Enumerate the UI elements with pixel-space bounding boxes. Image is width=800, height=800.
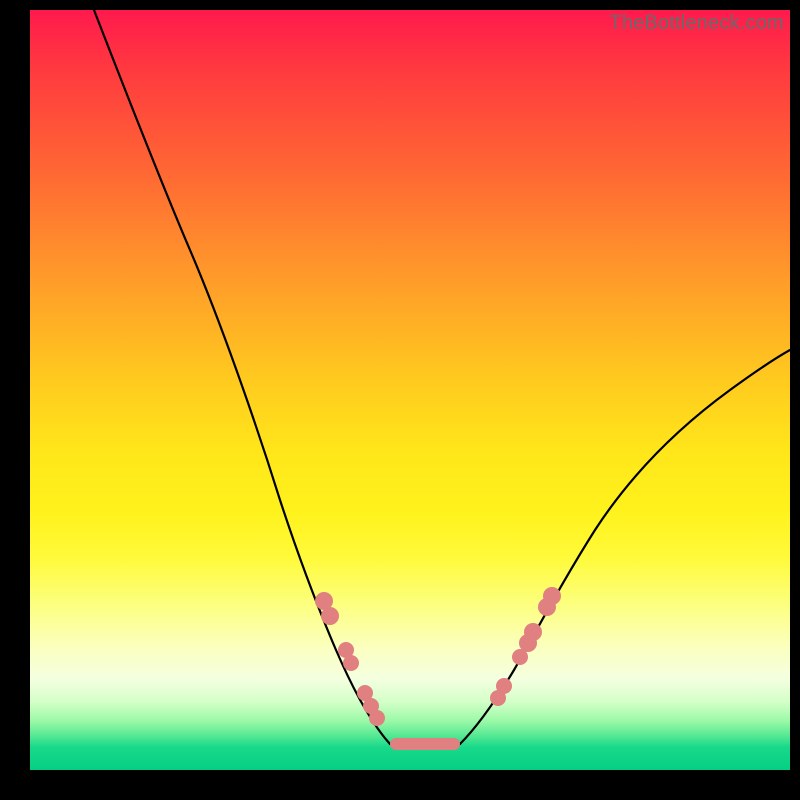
bead-left-7	[369, 710, 385, 726]
left-curve	[94, 10, 390, 744]
plot-area: TheBottleneck.com	[30, 10, 790, 770]
bead-right-5	[524, 623, 542, 641]
bead-right-7	[543, 587, 561, 605]
bottom-dash	[390, 738, 460, 750]
bead-left-2	[321, 607, 339, 625]
curve-layer	[30, 10, 790, 770]
bead-left-4	[343, 655, 359, 671]
bead-right-2	[496, 678, 512, 694]
chart-frame: TheBottleneck.com	[0, 0, 800, 800]
